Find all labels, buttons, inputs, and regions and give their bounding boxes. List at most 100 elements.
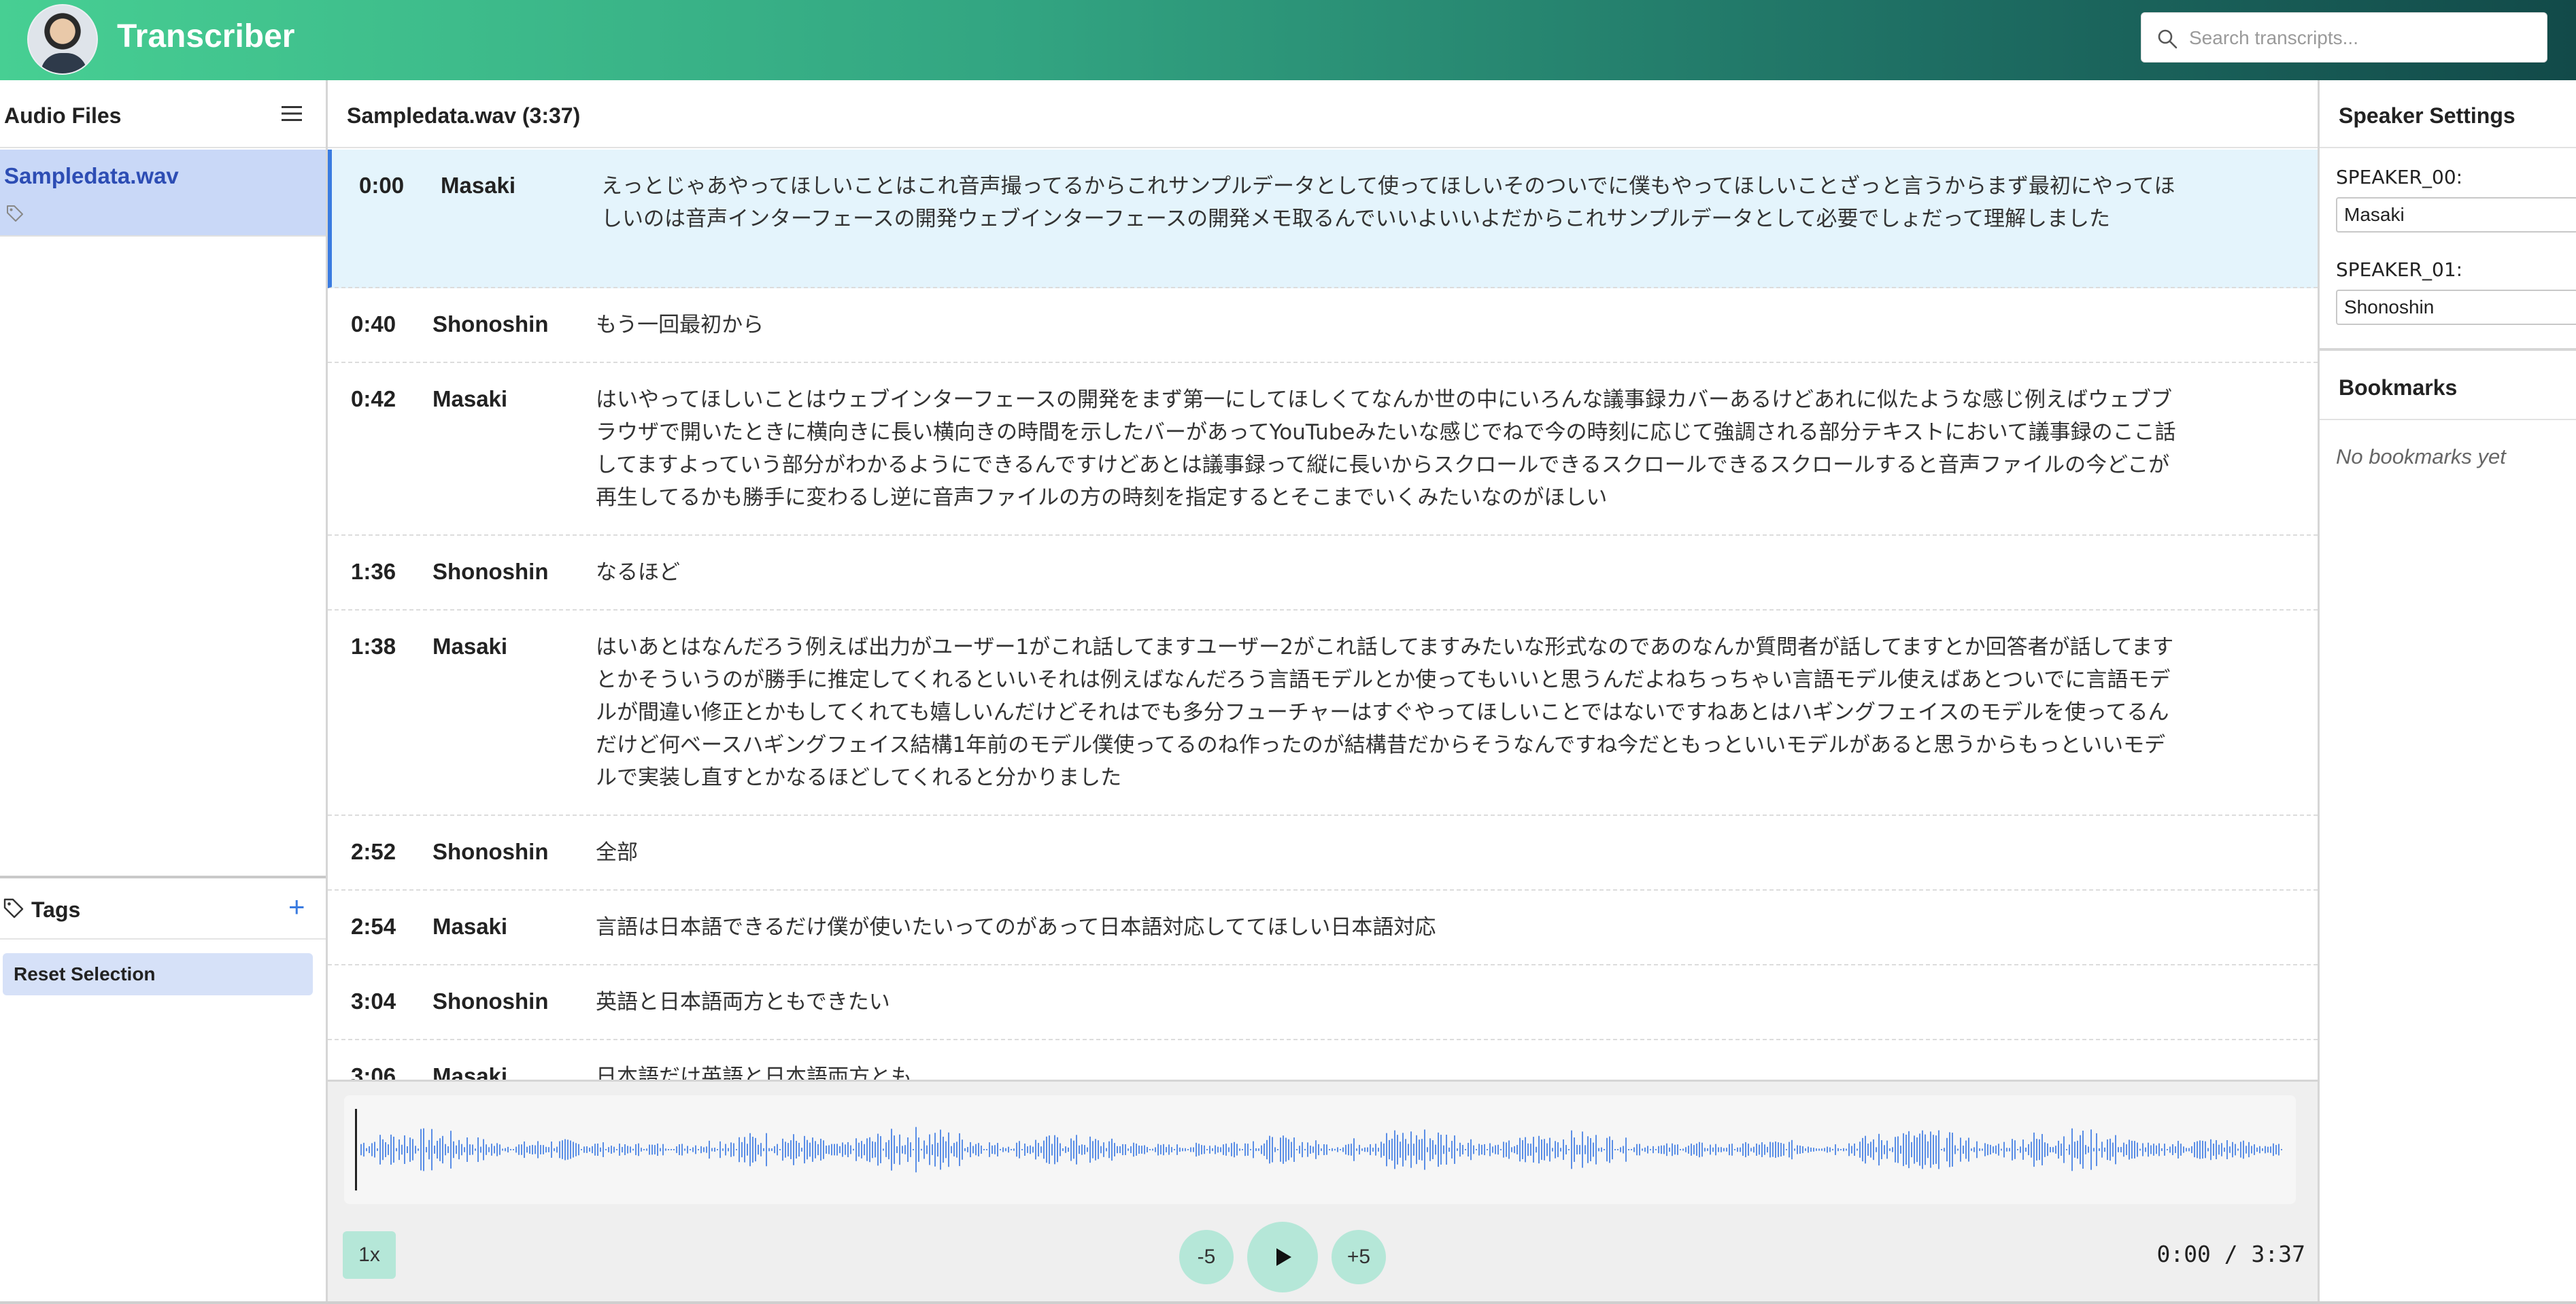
waveform-bar (771, 1148, 773, 1151)
waveform-bar (1857, 1148, 1858, 1151)
waveform-bar (2104, 1147, 2105, 1152)
segment-time[interactable]: 1:38 (351, 634, 396, 659)
waveform-bar (1609, 1136, 1610, 1163)
waveform[interactable] (344, 1095, 2296, 1204)
segment-text[interactable]: はいやってほしいことはウェブインターフェースの開発をまず第一にしてほしくてなんか… (596, 383, 2180, 514)
avatar[interactable] (27, 4, 98, 75)
waveform-bar (1408, 1144, 1409, 1156)
segment-text[interactable]: 全部 (596, 836, 2180, 869)
waveform-bar (1889, 1148, 1891, 1151)
transcript-row[interactable]: 2:52 Shonoshin 全部 (328, 816, 2318, 891)
waveform-bar (1361, 1148, 1363, 1151)
waveform-bar (1813, 1148, 1814, 1152)
transcript-row[interactable]: 2:54 Masaki 言語は日本語できるだけ僕が使いたいってのがあって日本語対… (328, 891, 2318, 965)
waveform-bar (1013, 1148, 1015, 1151)
segment-text[interactable]: なるほど (596, 556, 2180, 589)
waveform-bar (1908, 1131, 1910, 1169)
segment-time[interactable]: 2:52 (351, 839, 396, 865)
hamburger-icon[interactable] (280, 103, 303, 124)
segment-time[interactable]: 1:36 (351, 559, 396, 585)
transcript-row[interactable]: 0:00 Masaki えっとじゃあやってほしいことはこれ音声撮ってるからこれサ… (328, 150, 2318, 288)
play-icon (1276, 1248, 1291, 1266)
waveform-bar (1378, 1148, 1379, 1152)
speaker-name-input[interactable] (2336, 290, 2576, 325)
transcript-list[interactable]: 0:00 Masaki えっとじゃあやってほしいことはこれ音声撮ってるからこれサ… (328, 150, 2318, 1080)
waveform-bar (779, 1149, 781, 1150)
waveform-bar (679, 1144, 680, 1155)
segment-time[interactable]: 2:54 (351, 914, 396, 940)
search-input[interactable] (2189, 20, 2536, 56)
search-box[interactable] (2141, 12, 2547, 63)
waveform-bar (654, 1145, 656, 1154)
waveform-bar (643, 1149, 645, 1150)
waveform-bar (2071, 1128, 2073, 1171)
skip-back-button[interactable]: -5 (1179, 1230, 1234, 1284)
segment-time[interactable]: 3:04 (351, 989, 396, 1014)
playback-speed-button[interactable]: 1x (343, 1231, 396, 1279)
waveform-bar (1065, 1146, 1066, 1153)
waveform-bar (510, 1149, 511, 1150)
waveform-bar (869, 1137, 870, 1163)
waveform-bar (379, 1135, 381, 1165)
segment-text[interactable]: 言語は日本語できるだけ僕が使いたいってのがあって日本語対応しててほしい日本語対応 (596, 911, 2180, 944)
segment-text[interactable]: 日本語だけ英語と日本語両方とも (596, 1061, 2180, 1080)
waveform-bar (2033, 1132, 2035, 1167)
segment-time[interactable]: 0:00 (359, 173, 404, 199)
segment-text[interactable]: えっとじゃあやってほしいことはこれ音声撮ってるからこれサンプルデータとして使って… (601, 170, 2186, 235)
waveform-bar (981, 1145, 982, 1154)
skip-forward-button[interactable]: +5 (1332, 1230, 1386, 1284)
waveform-bar (815, 1141, 816, 1159)
segment-text[interactable]: はいあとはなんだろう例えば出力がユーザー1がこれ話してますユーザー2がこれ話して… (596, 631, 2180, 794)
waveform-bar (1487, 1149, 1488, 1150)
waveform-bar (578, 1144, 579, 1156)
waveform-bar (1176, 1144, 1178, 1155)
waveform-bar (2115, 1135, 2116, 1165)
transcript-row[interactable]: 1:36 Shonoshin なるほど (328, 536, 2318, 611)
waveform-bar (399, 1139, 400, 1161)
transcript-row[interactable]: 0:42 Masaki はいやってほしいことはウェブインターフェースの開発をまず… (328, 363, 2318, 536)
waveform-bar (1661, 1145, 1662, 1154)
waveform-bar (415, 1146, 416, 1154)
waveform-bar (1704, 1148, 1706, 1152)
transcript-row[interactable]: 1:38 Masaki はいあとはなんだろう例えば出力がユーザー1がこれ話してま… (328, 611, 2318, 816)
transcript-header: Sampledata.wav (3:37) (328, 80, 2318, 148)
segment-text[interactable]: 英語と日本語両方ともできたい (596, 986, 2180, 1018)
waveform-bar (1217, 1146, 1219, 1153)
waveform-bar (439, 1138, 441, 1161)
waveform-bar (491, 1144, 492, 1156)
waveform-bar (1193, 1147, 1194, 1152)
transcript-row[interactable]: 3:04 Shonoshin 英語と日本語両方ともできたい (328, 965, 2318, 1040)
reset-selection-button[interactable]: Reset Selection (3, 953, 313, 995)
waveform-bar (1900, 1146, 1901, 1154)
waveform-bar (1283, 1135, 1284, 1164)
add-tag-button[interactable]: + (288, 891, 305, 923)
play-button[interactable] (1247, 1222, 1318, 1292)
waveform-bar (1016, 1142, 1017, 1157)
waveform-bar (2028, 1144, 2029, 1156)
waveform-bar (676, 1146, 677, 1153)
audio-file-item[interactable]: Sampledata.wav (0, 150, 326, 237)
waveform-bar (839, 1146, 841, 1154)
waveform-bar (962, 1139, 963, 1160)
waveform-bar (1682, 1148, 1684, 1151)
audio-file-name[interactable]: Sampledata.wav (4, 163, 179, 189)
playhead-cursor[interactable] (355, 1109, 357, 1190)
transcript-row[interactable]: 3:06 Masaki 日本語だけ英語と日本語両方とも (328, 1040, 2318, 1080)
transcript-row[interactable]: 0:40 Shonoshin もう一回最初から (328, 288, 2318, 363)
waveform-bar (1693, 1145, 1695, 1154)
waveform-timeline[interactable] (344, 1095, 2296, 1204)
tag-icon[interactable] (5, 204, 24, 223)
waveform-bar (1021, 1149, 1023, 1150)
segment-time[interactable]: 0:42 (351, 386, 396, 412)
speaker-name-input[interactable] (2336, 197, 2576, 233)
waveform-bar (880, 1136, 881, 1163)
waveform-bar (1867, 1144, 1869, 1156)
segment-text[interactable]: もう一回最初から (596, 309, 2180, 341)
waveform-bar (1400, 1142, 1401, 1158)
waveform-bar (1476, 1149, 1477, 1150)
waveform-bar (545, 1146, 547, 1153)
waveform-bar (1185, 1148, 1186, 1152)
segment-time[interactable]: 3:06 (351, 1063, 396, 1080)
segment-time[interactable]: 0:40 (351, 311, 396, 337)
waveform-bar (2180, 1144, 2182, 1156)
